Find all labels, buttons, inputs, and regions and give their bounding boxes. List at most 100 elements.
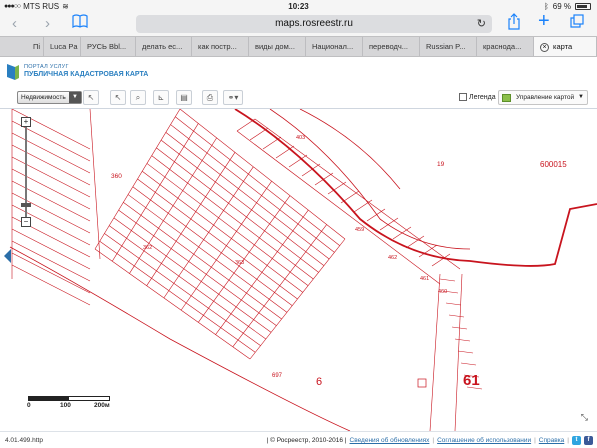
west-edge-line xyxy=(89,109,101,260)
map-label-363: 363 xyxy=(235,260,244,266)
zoom-slider[interactable]: + − xyxy=(21,117,31,227)
layers-tool-button[interactable]: ▤ xyxy=(176,90,192,105)
resize-icon[interactable]: ⤡ xyxy=(581,412,588,423)
map-canvas[interactable]: 360 19 600015 61 6 697 461 462 460 459 4… xyxy=(0,109,597,431)
tab-4[interactable]: как постр... xyxy=(192,37,249,56)
map-label-697: 697 xyxy=(272,373,283,379)
west-parcel-line xyxy=(11,252,91,294)
tab-label: Пі xyxy=(33,42,41,51)
south-parcel-line xyxy=(439,278,456,282)
south-parcel-line xyxy=(445,302,462,306)
district-boundary-line xyxy=(234,109,597,267)
map-management-button[interactable]: Управление картой ▼ xyxy=(498,90,588,105)
updates-link[interactable]: Сведения об обновлениях xyxy=(350,433,430,448)
map-label-19: 19 xyxy=(437,161,445,168)
measure-tool-button[interactable]: ⊾ xyxy=(153,90,169,105)
terms-link[interactable]: Соглашение об использовании xyxy=(437,433,531,448)
legend-toggle[interactable]: Легенда xyxy=(459,93,496,103)
chevron-down-icon: ▼ xyxy=(69,92,81,103)
tab-label: РУСЬ Bbl... xyxy=(87,42,127,51)
east-parcel-line xyxy=(379,217,399,231)
parcel-row-line xyxy=(108,225,267,340)
twitter-icon[interactable]: t xyxy=(572,436,581,445)
legend-checkbox[interactable] xyxy=(459,93,467,102)
tab-label: Национал... xyxy=(312,42,354,51)
help-link[interactable]: Справка xyxy=(539,433,565,448)
search-tool-button[interactable]: ⌕ xyxy=(130,90,146,105)
scale-bar xyxy=(28,396,110,401)
scale-label-end: 200м xyxy=(94,402,110,409)
parcel-row-line xyxy=(137,178,298,300)
parcel-row-line xyxy=(146,163,309,286)
parcel-col-line xyxy=(146,152,236,286)
parcel-col-line xyxy=(129,137,217,274)
tab-9[interactable]: краснода... xyxy=(477,37,534,56)
address-bar[interactable]: maps.rosreestr.ru ↻ xyxy=(136,15,492,33)
identify-tool-button[interactable]: ↖ xyxy=(83,90,99,105)
info-tool-button[interactable]: ↖ xyxy=(110,90,126,105)
tabs-overview-icon[interactable] xyxy=(570,14,584,33)
portal-logo-icon[interactable] xyxy=(5,63,21,81)
tab-1[interactable]: Luca Pa xyxy=(44,37,81,56)
facebook-icon[interactable]: f xyxy=(584,436,593,445)
bookmarks-icon[interactable] xyxy=(72,14,88,33)
scale-label-mid: 100 xyxy=(60,402,71,409)
tab-3[interactable]: делать ес... xyxy=(136,37,192,56)
map-label-362: 362 xyxy=(143,245,152,251)
tab-active-map[interactable]: × карта xyxy=(534,37,597,56)
printer-icon: ⎙ xyxy=(206,93,214,102)
parcel-row-line xyxy=(113,217,272,333)
tab-label: виды дом... xyxy=(255,42,295,51)
scale-label-zero: 0 xyxy=(27,402,31,409)
parcel-row-line xyxy=(142,170,303,293)
tab-0[interactable]: Пі xyxy=(0,37,44,56)
realty-select-label: Недвижимость xyxy=(21,94,66,101)
tab-5[interactable]: виды дом... xyxy=(249,37,306,56)
east-parcel-line xyxy=(405,235,425,249)
map-label-459: 459 xyxy=(355,227,364,233)
reload-icon[interactable]: ↻ xyxy=(477,15,486,33)
realty-type-select[interactable]: Недвижимость ▼ xyxy=(17,91,82,104)
separator: | xyxy=(432,437,435,444)
zoom-in-button[interactable]: + xyxy=(21,117,31,127)
separator: | xyxy=(567,437,569,444)
back-icon[interactable]: ‹ xyxy=(12,15,17,33)
small-structure xyxy=(417,378,427,388)
east-parcel-line xyxy=(353,199,373,213)
portal-subtitle[interactable]: ПОРТАЛ УСЛУГ xyxy=(24,64,69,70)
tab-label: краснода... xyxy=(483,42,522,51)
browser-toolbar: ‹ › maps.rosreestr.ru ↻ + xyxy=(0,11,597,36)
print-button[interactable]: ⎙ xyxy=(202,90,218,105)
tab-7[interactable]: переводч... xyxy=(363,37,420,56)
tab-2[interactable]: РУСЬ Bbl... xyxy=(81,37,136,56)
forward-icon[interactable]: › xyxy=(45,15,50,33)
battery-fill xyxy=(577,5,587,8)
map-management-label: Управление картой xyxy=(516,94,575,101)
link-icon: ⚭▾ xyxy=(227,93,239,102)
south-parcel-line xyxy=(460,362,477,366)
tab-label: карта xyxy=(553,42,573,51)
cadastral-map[interactable]: 360 19 600015 61 6 697 461 462 460 459 4… xyxy=(0,109,597,431)
share-icon[interactable] xyxy=(508,13,520,35)
parcel-row-line xyxy=(118,209,277,326)
parcel-row-line xyxy=(123,202,282,320)
new-tab-icon[interactable]: + xyxy=(538,11,550,31)
ruler-icon: ⊾ xyxy=(157,93,165,102)
zoom-thumb[interactable] xyxy=(21,203,31,207)
tab-label: Russian P... xyxy=(426,42,466,51)
map-label-460: 460 xyxy=(438,289,447,295)
map-label-6: 6 xyxy=(316,376,322,388)
parcel-row-line xyxy=(99,240,256,353)
panel-toggle-arrow[interactable] xyxy=(4,249,11,263)
link-button[interactable]: ⚭▾ xyxy=(223,90,243,105)
portal-header: ПОРТАЛ УСЛУГ ПУБЛИЧНАЯ КАДАСТРОВАЯ КАРТА xyxy=(0,57,597,87)
tab-6[interactable]: Национал... xyxy=(306,37,363,56)
map-label-61: 61 xyxy=(463,372,480,389)
status-right: ᛒ 69 % xyxy=(544,2,591,11)
east-parcel-line xyxy=(366,208,386,222)
close-tab-icon[interactable]: × xyxy=(540,42,549,52)
tab-8[interactable]: Russian P... xyxy=(420,37,477,56)
portal-title[interactable]: ПУБЛИЧНАЯ КАДАСТРОВАЯ КАРТА xyxy=(24,71,148,78)
battery-text: 69 % xyxy=(552,2,571,11)
zoom-out-button[interactable]: − xyxy=(21,217,31,227)
